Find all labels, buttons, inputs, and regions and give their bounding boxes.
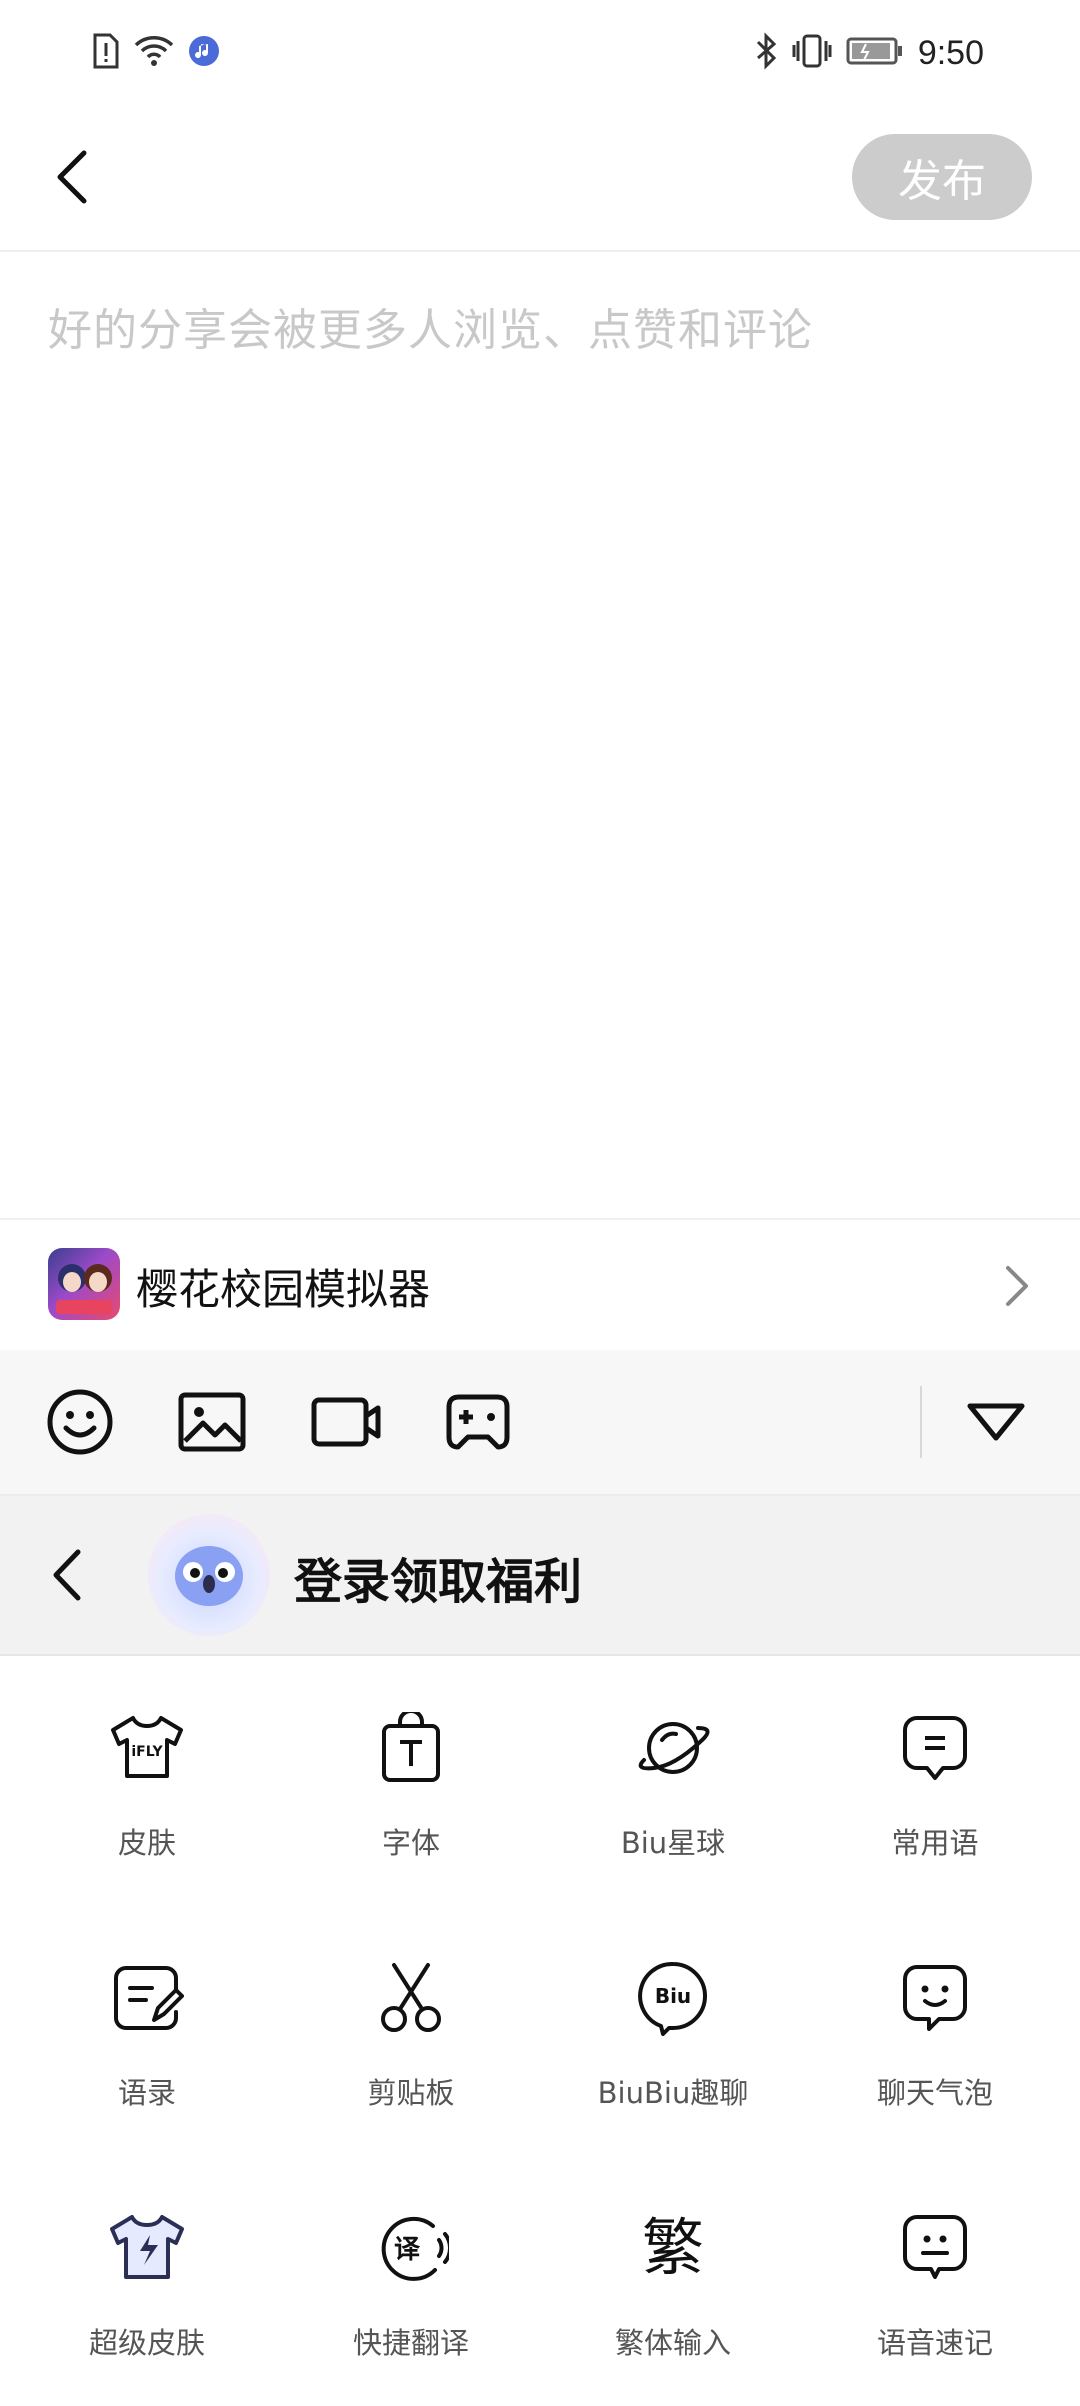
grid-item-label: 超级皮肤	[88, 2326, 205, 2360]
grid-item-label: 繁体输入	[614, 2326, 731, 2360]
grid-item-skin[interactable]: iFLY 皮肤	[12, 1656, 282, 1906]
traditional-glyph: 繁	[641, 2211, 704, 2284]
grid-item-biu-planet[interactable]: Biu星球	[538, 1656, 808, 1906]
grid-item-quick-translate[interactable]: 译 快捷翻译	[276, 2156, 546, 2406]
grid-item-label: 快捷翻译	[352, 2326, 469, 2360]
bluetooth-icon	[754, 32, 778, 74]
video-button[interactable]	[310, 1386, 382, 1458]
back-button[interactable]	[40, 140, 104, 214]
keyboard-feature-grid: iFLY 皮肤 字体 Biu星球 常用语 语录 剪贴板 Biu BiuBiu趣聊…	[0, 1656, 1080, 2400]
triangle-down-icon	[967, 1403, 1025, 1441]
translate-icon: 译	[369, 2206, 453, 2290]
emoji-icon	[47, 1389, 113, 1455]
quote-note-icon	[105, 1956, 189, 2040]
image-button[interactable]	[176, 1386, 248, 1458]
game-icon	[48, 1248, 120, 1320]
grid-item-label: BiuBiu趣聊	[597, 2076, 749, 2110]
sim-alert-icon	[92, 33, 120, 73]
image-icon	[178, 1392, 246, 1452]
attachment-toolbar	[0, 1350, 1080, 1496]
grid-item-chat-bubble[interactable]: 聊天气泡	[800, 1906, 1070, 2156]
grid-item-label: 语录	[117, 2076, 176, 2110]
status-right: 9:50	[754, 30, 984, 76]
emoji-button[interactable]	[44, 1386, 116, 1458]
game-button[interactable]	[442, 1386, 514, 1458]
wifi-icon	[132, 33, 176, 73]
keyboard-header: 登录领取福利	[0, 1496, 1080, 1656]
grid-item-biubiu-chat[interactable]: Biu BiuBiu趣聊	[538, 1906, 808, 2156]
scissors-icon	[369, 1956, 453, 2040]
voice-note-icon	[893, 2206, 977, 2290]
grid-item-label: 皮肤	[117, 1826, 176, 1860]
grid-item-super-skin[interactable]: 超级皮肤	[12, 2156, 282, 2406]
grid-item-label: 常用语	[891, 1826, 979, 1860]
grid-item-label: 语音速记	[876, 2326, 993, 2360]
gamepad-icon	[446, 1394, 510, 1450]
svg-text:Biu: Biu	[655, 1984, 691, 2008]
grid-item-label: 聊天气泡	[876, 2076, 993, 2110]
chevron-left-icon	[57, 150, 87, 204]
koala-mascot-icon	[175, 1546, 243, 1606]
top-app-bar: 发布	[0, 104, 1080, 252]
grid-item-label: Biu星球	[620, 1826, 726, 1860]
grid-item-clipboard[interactable]: 剪贴板	[276, 1906, 546, 2156]
chevron-right-icon	[996, 1260, 1036, 1312]
tshirt-iflytek-icon: iFLY	[105, 1706, 189, 1790]
login-benefit-text[interactable]: 登录领取福利	[294, 1542, 582, 1612]
post-editor[interactable]: 好的分享会被更多人浏览、点赞和评论	[0, 252, 1080, 1218]
grid-item-label: 字体	[381, 1826, 440, 1860]
planet-icon	[631, 1706, 715, 1790]
keyboard-back-button[interactable]	[40, 1542, 94, 1608]
collapse-keyboard-button[interactable]	[960, 1386, 1032, 1458]
phrase-bubble-icon	[893, 1706, 977, 1790]
post-input-placeholder: 好的分享会被更多人浏览、点赞和评论	[48, 305, 813, 356]
grid-item-font[interactable]: 字体	[276, 1656, 546, 1906]
music-app-icon	[188, 35, 220, 71]
chevron-left-icon	[53, 1549, 81, 1601]
grid-item-label: 剪贴板	[367, 2076, 455, 2110]
game-name: 樱花校园模拟器	[136, 1265, 431, 1314]
publish-button[interactable]: 发布	[852, 134, 1032, 220]
grid-item-quotes[interactable]: 语录	[12, 1906, 282, 2156]
font-bag-icon	[369, 1706, 453, 1790]
grid-item-traditional-input[interactable]: 繁 繁体输入	[538, 2156, 808, 2406]
translate-glyph: 译	[394, 2235, 421, 2265]
lightning-tshirt-icon	[105, 2206, 189, 2290]
status-time: 9:50	[917, 33, 984, 72]
grid-item-voice-note[interactable]: 语音速记	[800, 2156, 1070, 2406]
svg-text:iFLY: iFLY	[131, 1744, 163, 1760]
status-bar: 9:50	[0, 0, 1080, 104]
toolbar-divider	[920, 1386, 922, 1458]
vibrate-icon	[792, 33, 832, 73]
biu-bubble-icon: Biu	[631, 1956, 715, 2040]
traditional-char-icon: 繁	[631, 2206, 715, 2290]
battery-icon	[846, 36, 904, 70]
grid-item-common-phrases[interactable]: 常用语	[800, 1656, 1070, 1906]
video-icon	[311, 1397, 381, 1447]
mascot-avatar[interactable]	[148, 1514, 270, 1636]
smile-bubble-icon	[893, 1956, 977, 2040]
game-tag-row[interactable]: 樱花校园模拟器	[0, 1218, 1080, 1352]
status-left	[92, 30, 220, 76]
